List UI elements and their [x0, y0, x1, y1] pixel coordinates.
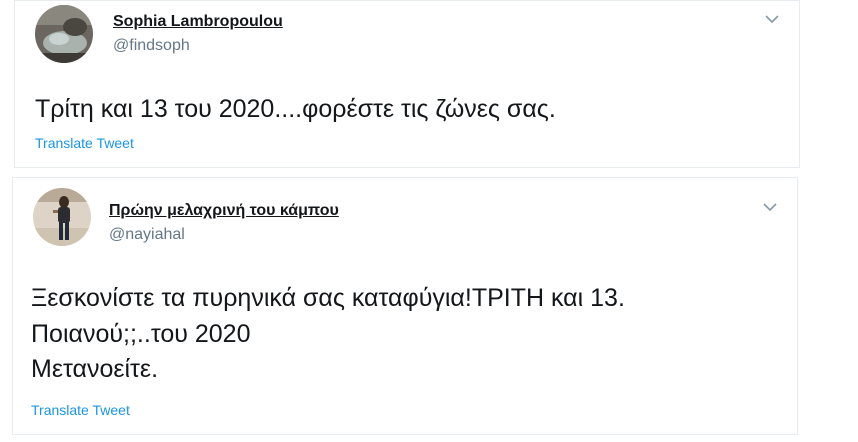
user-handle[interactable]: @findsoph: [113, 37, 190, 55]
avatar[interactable]: [35, 5, 93, 63]
chevron-down-icon[interactable]: [763, 12, 781, 26]
translate-tweet-link[interactable]: Translate Tweet: [31, 402, 130, 418]
tweet-text-line: Μετανοείτε.: [31, 355, 159, 383]
tweet-card[interactable]: Πρώην μελαχρινή του κάμπου @nayiahal Ξεσ…: [12, 177, 798, 435]
avatar-image: [35, 5, 93, 63]
display-name[interactable]: Sophia Lambropoulou: [113, 13, 283, 31]
avatar[interactable]: [33, 188, 91, 246]
chevron-down-icon[interactable]: [761, 200, 779, 214]
display-name[interactable]: Πρώην μελαχρινή του κάμπου: [109, 202, 339, 220]
translate-tweet-link[interactable]: Translate Tweet: [35, 135, 134, 151]
tweet-card[interactable]: Sophia Lambropoulou @findsoph Τρίτη και …: [14, 0, 800, 168]
tweet-text-line: Ξεσκονίστε τα πυρηνικά σας καταφύγια!ΤΡΙ…: [31, 284, 625, 312]
user-handle[interactable]: @nayiahal: [109, 226, 185, 244]
avatar-image: [33, 188, 91, 246]
tweet-text: Τρίτη και 13 του 2020....φορέστε τις ζών…: [35, 95, 556, 123]
tweet-text-line: Ποιανού;;..του 2020: [31, 320, 251, 348]
